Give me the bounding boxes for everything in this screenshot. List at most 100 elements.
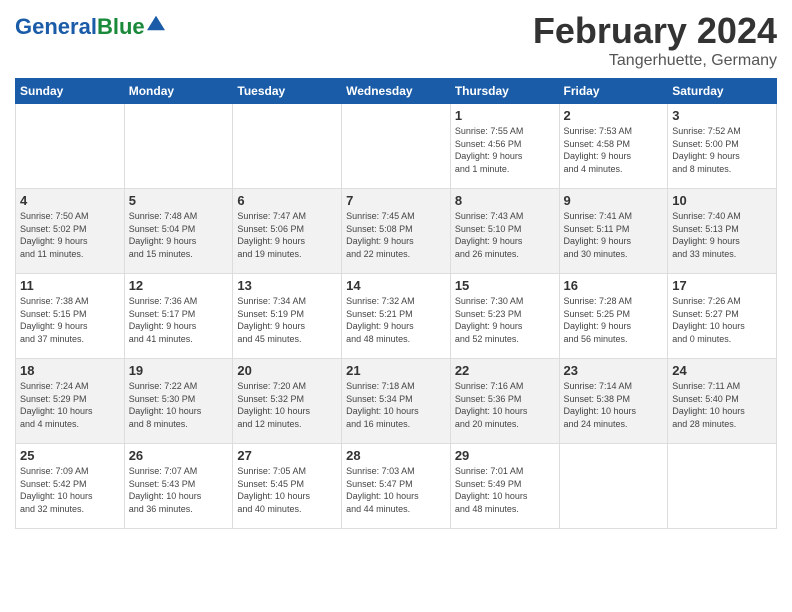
day-cell bbox=[342, 104, 451, 189]
logo-general: General bbox=[15, 14, 97, 39]
day-number: 1 bbox=[455, 108, 555, 123]
day-cell: 3 Sunrise: 7:52 AM Sunset: 5:00 PM Daylig… bbox=[668, 104, 777, 189]
day-info: Sunrise: 7:09 AM Sunset: 5:42 PM Dayligh… bbox=[20, 465, 120, 515]
day-cell: 20Sunrise: 7:20 AM Sunset: 5:32 PM Dayli… bbox=[233, 359, 342, 444]
day-cell: 24 Sunrise: 7:11 AM Sunset: 5:40 PM Dayli… bbox=[668, 359, 777, 444]
day-info: Sunrise: 7:45 AM Sunset: 5:08 PM Dayligh… bbox=[346, 210, 446, 260]
day-cell: 4 Sunrise: 7:50 AM Sunset: 5:02 PM Daylig… bbox=[16, 189, 125, 274]
week-row-1: 1 Sunrise: 7:55 AM Sunset: 4:56 PM Daylig… bbox=[16, 104, 777, 189]
header-cell-tuesday: Tuesday bbox=[233, 79, 342, 104]
day-info: Sunrise: 7:16 AM Sunset: 5:36 PM Dayligh… bbox=[455, 380, 555, 430]
week-row-3: 11Sunrise: 7:38 AM Sunset: 5:15 PM Dayli… bbox=[16, 274, 777, 359]
logo-icon bbox=[147, 14, 165, 32]
day-info: Sunrise: 7:38 AM Sunset: 5:15 PM Dayligh… bbox=[20, 295, 120, 345]
day-number: 17 bbox=[672, 278, 772, 293]
day-info: Sunrise: 7:53 AM Sunset: 4:58 PM Dayligh… bbox=[564, 125, 664, 175]
header-cell-saturday: Saturday bbox=[668, 79, 777, 104]
day-number: 18 bbox=[20, 363, 120, 378]
calendar-table: SundayMondayTuesdayWednesdayThursdayFrid… bbox=[15, 78, 777, 529]
day-cell: 16Sunrise: 7:28 AM Sunset: 5:25 PM Dayli… bbox=[559, 274, 668, 359]
day-info: Sunrise: 7:05 AM Sunset: 5:45 PM Dayligh… bbox=[237, 465, 337, 515]
day-number: 25 bbox=[20, 448, 120, 463]
day-cell: 9 Sunrise: 7:41 AM Sunset: 5:11 PM Daylig… bbox=[559, 189, 668, 274]
week-row-4: 18 Sunrise: 7:24 AM Sunset: 5:29 PM Dayli… bbox=[16, 359, 777, 444]
day-number: 16 bbox=[564, 278, 664, 293]
day-number: 3 bbox=[672, 108, 772, 123]
page-header: GeneralBlue February 2024 Tangerhuette, … bbox=[15, 10, 777, 70]
day-info: Sunrise: 7:26 AM Sunset: 5:27 PM Dayligh… bbox=[672, 295, 772, 345]
day-number: 9 bbox=[564, 193, 664, 208]
day-cell: 1 Sunrise: 7:55 AM Sunset: 4:56 PM Daylig… bbox=[450, 104, 559, 189]
day-info: Sunrise: 7:32 AM Sunset: 5:21 PM Dayligh… bbox=[346, 295, 446, 345]
day-cell bbox=[668, 444, 777, 529]
day-number: 21 bbox=[346, 363, 446, 378]
calendar-header: SundayMondayTuesdayWednesdayThursdayFrid… bbox=[16, 79, 777, 104]
header-cell-thursday: Thursday bbox=[450, 79, 559, 104]
title-block: February 2024 Tangerhuette, Germany bbox=[533, 10, 777, 70]
month-title: February 2024 bbox=[533, 10, 777, 52]
day-number: 12 bbox=[129, 278, 229, 293]
calendar-body: 1 Sunrise: 7:55 AM Sunset: 4:56 PM Daylig… bbox=[16, 104, 777, 529]
day-info: Sunrise: 7:36 AM Sunset: 5:17 PM Dayligh… bbox=[129, 295, 229, 345]
day-info: Sunrise: 7:20 AM Sunset: 5:32 PM Dayligh… bbox=[237, 380, 337, 430]
day-cell bbox=[559, 444, 668, 529]
day-info: Sunrise: 7:47 AM Sunset: 5:06 PM Dayligh… bbox=[237, 210, 337, 260]
day-info: Sunrise: 7:22 AM Sunset: 5:30 PM Dayligh… bbox=[129, 380, 229, 430]
day-info: Sunrise: 7:30 AM Sunset: 5:23 PM Dayligh… bbox=[455, 295, 555, 345]
day-info: Sunrise: 7:43 AM Sunset: 5:10 PM Dayligh… bbox=[455, 210, 555, 260]
day-cell: 10 Sunrise: 7:40 AM Sunset: 5:13 PM Dayli… bbox=[668, 189, 777, 274]
day-info: Sunrise: 7:11 AM Sunset: 5:40 PM Dayligh… bbox=[672, 380, 772, 430]
day-info: Sunrise: 7:55 AM Sunset: 4:56 PM Dayligh… bbox=[455, 125, 555, 175]
day-number: 13 bbox=[237, 278, 337, 293]
day-info: Sunrise: 7:52 AM Sunset: 5:00 PM Dayligh… bbox=[672, 125, 772, 175]
day-cell bbox=[124, 104, 233, 189]
day-info: Sunrise: 7:48 AM Sunset: 5:04 PM Dayligh… bbox=[129, 210, 229, 260]
day-cell: 7 Sunrise: 7:45 AM Sunset: 5:08 PM Daylig… bbox=[342, 189, 451, 274]
day-info: Sunrise: 7:34 AM Sunset: 5:19 PM Dayligh… bbox=[237, 295, 337, 345]
day-number: 15 bbox=[455, 278, 555, 293]
day-cell: 2Sunrise: 7:53 AM Sunset: 4:58 PM Daylig… bbox=[559, 104, 668, 189]
day-cell: 17 Sunrise: 7:26 AM Sunset: 5:27 PM Dayli… bbox=[668, 274, 777, 359]
day-info: Sunrise: 7:24 AM Sunset: 5:29 PM Dayligh… bbox=[20, 380, 120, 430]
day-cell: 25 Sunrise: 7:09 AM Sunset: 5:42 PM Dayli… bbox=[16, 444, 125, 529]
day-cell: 6Sunrise: 7:47 AM Sunset: 5:06 PM Daylig… bbox=[233, 189, 342, 274]
day-cell: 5 Sunrise: 7:48 AM Sunset: 5:04 PM Daylig… bbox=[124, 189, 233, 274]
day-number: 5 bbox=[129, 193, 229, 208]
day-number: 28 bbox=[346, 448, 446, 463]
day-cell bbox=[16, 104, 125, 189]
day-number: 26 bbox=[129, 448, 229, 463]
day-cell: 15 Sunrise: 7:30 AM Sunset: 5:23 PM Dayli… bbox=[450, 274, 559, 359]
day-number: 19 bbox=[129, 363, 229, 378]
day-cell: 26Sunrise: 7:07 AM Sunset: 5:43 PM Dayli… bbox=[124, 444, 233, 529]
logo-text: GeneralBlue bbox=[15, 16, 145, 38]
day-info: Sunrise: 7:41 AM Sunset: 5:11 PM Dayligh… bbox=[564, 210, 664, 260]
day-info: Sunrise: 7:14 AM Sunset: 5:38 PM Dayligh… bbox=[564, 380, 664, 430]
day-number: 22 bbox=[455, 363, 555, 378]
day-cell bbox=[233, 104, 342, 189]
day-number: 23 bbox=[564, 363, 664, 378]
day-cell: 13 Sunrise: 7:34 AM Sunset: 5:19 PM Dayli… bbox=[233, 274, 342, 359]
header-cell-sunday: Sunday bbox=[16, 79, 125, 104]
day-number: 10 bbox=[672, 193, 772, 208]
day-cell: 27 Sunrise: 7:05 AM Sunset: 5:45 PM Dayli… bbox=[233, 444, 342, 529]
day-info: Sunrise: 7:18 AM Sunset: 5:34 PM Dayligh… bbox=[346, 380, 446, 430]
week-row-2: 4 Sunrise: 7:50 AM Sunset: 5:02 PM Daylig… bbox=[16, 189, 777, 274]
day-number: 14 bbox=[346, 278, 446, 293]
day-info: Sunrise: 7:01 AM Sunset: 5:49 PM Dayligh… bbox=[455, 465, 555, 515]
day-cell: 23 Sunrise: 7:14 AM Sunset: 5:38 PM Dayli… bbox=[559, 359, 668, 444]
day-number: 7 bbox=[346, 193, 446, 208]
day-cell: 12 Sunrise: 7:36 AM Sunset: 5:17 PM Dayli… bbox=[124, 274, 233, 359]
day-cell: 18 Sunrise: 7:24 AM Sunset: 5:29 PM Dayli… bbox=[16, 359, 125, 444]
day-number: 8 bbox=[455, 193, 555, 208]
day-info: Sunrise: 7:50 AM Sunset: 5:02 PM Dayligh… bbox=[20, 210, 120, 260]
day-cell: 8 Sunrise: 7:43 AM Sunset: 5:10 PM Daylig… bbox=[450, 189, 559, 274]
day-number: 24 bbox=[672, 363, 772, 378]
day-number: 27 bbox=[237, 448, 337, 463]
day-cell: 14 Sunrise: 7:32 AM Sunset: 5:21 PM Dayli… bbox=[342, 274, 451, 359]
day-cell: 21 Sunrise: 7:18 AM Sunset: 5:34 PM Dayli… bbox=[342, 359, 451, 444]
day-number: 4 bbox=[20, 193, 120, 208]
day-cell: 11Sunrise: 7:38 AM Sunset: 5:15 PM Dayli… bbox=[16, 274, 125, 359]
week-row-5: 25 Sunrise: 7:09 AM Sunset: 5:42 PM Dayli… bbox=[16, 444, 777, 529]
day-info: Sunrise: 7:40 AM Sunset: 5:13 PM Dayligh… bbox=[672, 210, 772, 260]
logo: GeneralBlue bbox=[15, 16, 165, 38]
